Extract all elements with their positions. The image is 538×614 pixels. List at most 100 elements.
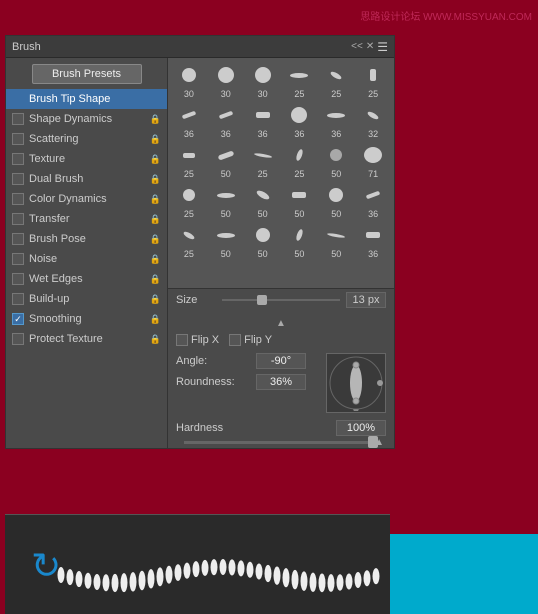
sidebar-label-texture: Texture — [29, 153, 65, 165]
flip-x-box[interactable] — [176, 334, 188, 346]
brush-cell[interactable]: 50 — [319, 182, 353, 219]
sidebar-item-shape-dynamics[interactable]: Shape Dynamics🔒 — [6, 109, 167, 129]
sidebar-label-shape-dynamics: Shape Dynamics — [29, 113, 112, 125]
hardness-slider-area[interactable]: ▲ — [176, 439, 386, 446]
brush-size-label: 25 — [294, 169, 304, 179]
brush-cell[interactable]: 25 — [246, 142, 280, 179]
brush-shape-preview — [321, 142, 351, 168]
checkbox-transfer[interactable] — [12, 213, 24, 225]
sidebar-item-build-up[interactable]: Build-up🔒 — [6, 289, 167, 309]
background-blue — [378, 534, 538, 614]
sidebar-item-brush-pose[interactable]: Brush Pose🔒 — [6, 229, 167, 249]
brush-cell[interactable]: 36 — [356, 222, 390, 259]
brush-cell[interactable]: 50 — [282, 182, 316, 219]
checkbox-smoothing[interactable]: ✓ — [12, 313, 24, 325]
brush-shape-preview — [358, 182, 388, 208]
checkbox-protect-texture[interactable] — [12, 333, 24, 345]
sidebar-item-noise[interactable]: Noise🔒 — [6, 249, 167, 269]
brush-shape — [329, 188, 343, 202]
brush-size-label: 36 — [294, 129, 304, 139]
brush-cell[interactable]: 25 — [282, 142, 316, 179]
brush-shape — [290, 73, 308, 78]
checkbox-wet-edges[interactable] — [12, 273, 24, 285]
size-slider-thumb[interactable] — [257, 295, 267, 305]
brush-cell[interactable]: 25 — [172, 222, 206, 259]
brush-cell[interactable]: 30 — [209, 62, 243, 99]
brush-cell[interactable]: 25 — [172, 142, 206, 179]
sidebar-item-smoothing[interactable]: ✓Smoothing🔒 — [6, 309, 167, 329]
sidebar-item-transfer[interactable]: Transfer🔒 — [6, 209, 167, 229]
sidebar-item-brush-tip-shape[interactable]: Brush Tip Shape — [6, 89, 167, 109]
brush-cell[interactable]: 36 — [282, 102, 316, 139]
checkbox-brush-pose[interactable] — [12, 233, 24, 245]
sidebar-label-color-dynamics: Color Dynamics — [29, 193, 107, 205]
brush-cell[interactable]: 50 — [246, 222, 280, 259]
brush-cell[interactable]: 25 — [319, 62, 353, 99]
sidebar-item-scattering[interactable]: Scattering🔒 — [6, 129, 167, 149]
sidebar-items: Brush Tip ShapeShape Dynamics🔒Scattering… — [6, 89, 167, 349]
hardness-slider[interactable] — [184, 441, 378, 444]
checkbox-shape-dynamics[interactable] — [12, 113, 24, 125]
panel-menu-icon[interactable]: ☰ — [377, 40, 388, 54]
brush-cell[interactable]: 32 — [356, 102, 390, 139]
panel-close-button[interactable]: ✕ — [366, 41, 374, 52]
flip-y-box[interactable] — [229, 334, 241, 346]
hardness-slider-thumb[interactable] — [368, 436, 378, 448]
panel-collapse-button[interactable]: << — [351, 41, 363, 52]
brush-cell[interactable]: 71 — [356, 142, 390, 179]
roundness-input[interactable] — [256, 374, 306, 390]
brush-cell[interactable]: 25 — [282, 62, 316, 99]
brush-size-label: 50 — [331, 169, 341, 179]
sidebar-item-texture[interactable]: Texture🔒 — [6, 149, 167, 169]
sidebar-label-brush-tip-shape: Brush Tip Shape — [29, 93, 110, 105]
sidebar-item-dual-brush[interactable]: Dual Brush🔒 — [6, 169, 167, 189]
sidebar-item-color-dynamics[interactable]: Color Dynamics🔒 — [6, 189, 167, 209]
checkbox-color-dynamics[interactable] — [12, 193, 24, 205]
brush-cell[interactable]: 50 — [319, 222, 353, 259]
brush-size-label: 50 — [221, 249, 231, 259]
brush-cell[interactable]: 50 — [209, 182, 243, 219]
brush-cell[interactable]: 36 — [209, 102, 243, 139]
svg-text:▼: ▼ — [351, 407, 361, 411]
brush-cell[interactable]: 50 — [209, 142, 243, 179]
sidebar-item-wet-edges[interactable]: Wet Edges🔒 — [6, 269, 167, 289]
brush-tip-grid[interactable]: 3030302525253636363636322550252550712550… — [168, 58, 394, 288]
size-value: 13 px — [346, 292, 386, 308]
brush-cell[interactable]: 36 — [356, 182, 390, 219]
checkbox-noise[interactable] — [12, 253, 24, 265]
checkbox-scattering[interactable] — [12, 133, 24, 145]
brush-cell[interactable]: 50 — [209, 222, 243, 259]
brush-cell[interactable]: 50 — [246, 182, 280, 219]
brush-size-label: 50 — [258, 249, 268, 259]
size-slider[interactable] — [222, 299, 340, 301]
brush-presets-button[interactable]: Brush Presets — [32, 64, 142, 84]
brush-dab — [309, 572, 316, 591]
checkbox-build-up[interactable] — [12, 293, 24, 305]
brush-cell[interactable]: 36 — [172, 102, 206, 139]
brush-shape-preview — [321, 62, 351, 88]
flip-y-checkbox[interactable]: Flip Y — [229, 334, 272, 346]
angle-preview[interactable]: ▼ — [326, 353, 386, 413]
checkbox-dual-brush[interactable] — [12, 173, 24, 185]
brush-dab — [237, 560, 244, 576]
brush-cell[interactable]: 30 — [246, 62, 280, 99]
brush-cell[interactable]: 30 — [172, 62, 206, 99]
brush-shape — [367, 110, 380, 120]
brush-cell[interactable]: 25 — [356, 62, 390, 99]
sidebar-item-protect-texture[interactable]: Protect Texture🔒 — [6, 329, 167, 349]
sidebar: Brush Presets Brush Tip Shape Shape Dynam… — [6, 58, 168, 448]
brush-cell[interactable]: 36 — [246, 102, 280, 139]
flip-row: Flip X Flip Y — [176, 331, 386, 349]
checkbox-texture[interactable] — [12, 153, 24, 165]
brush-shape — [217, 233, 235, 238]
lock-icon-protect-texture: 🔒 — [150, 334, 161, 345]
brush-shape — [292, 192, 306, 198]
angle-input[interactable] — [256, 353, 306, 369]
brush-shape — [255, 67, 271, 83]
brush-cell[interactable]: 36 — [319, 102, 353, 139]
brush-cell[interactable]: 25 — [172, 182, 206, 219]
flip-x-checkbox[interactable]: Flip X — [176, 334, 219, 346]
scroll-up-arrow[interactable]: ▲ — [176, 316, 386, 331]
brush-cell[interactable]: 50 — [282, 222, 316, 259]
brush-cell[interactable]: 50 — [319, 142, 353, 179]
